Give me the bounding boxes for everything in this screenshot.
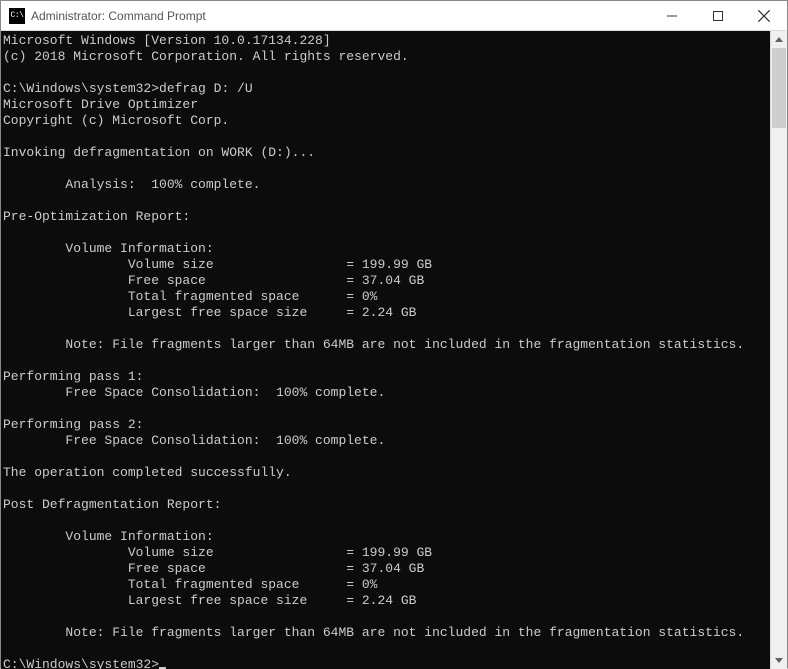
scroll-up-arrow-icon[interactable] bbox=[771, 31, 787, 48]
volume-size-row: Volume size = 199.99 GB bbox=[3, 257, 432, 272]
prompt-prefix: C:\Windows\system32> bbox=[3, 81, 159, 96]
tool-name: Microsoft Drive Optimizer bbox=[3, 97, 198, 112]
pass2-line: Free Space Consolidation: 100% complete. bbox=[3, 433, 385, 448]
window-controls bbox=[649, 1, 787, 30]
typed-command: defrag D: /U bbox=[159, 81, 253, 96]
maximize-button[interactable] bbox=[695, 1, 741, 30]
post-report-header: Post Defragmentation Report: bbox=[3, 497, 221, 512]
os-banner: Microsoft Windows [Version 10.0.17134.22… bbox=[3, 33, 331, 48]
volume-info-header: Volume Information: bbox=[3, 241, 214, 256]
window-client-area: Microsoft Windows [Version 10.0.17134.22… bbox=[1, 31, 787, 669]
scrollbar-track[interactable] bbox=[771, 48, 787, 652]
console-output[interactable]: Microsoft Windows [Version 10.0.17134.22… bbox=[1, 31, 770, 669]
os-copyright: (c) 2018 Microsoft Corporation. All righ… bbox=[3, 49, 409, 64]
largest-free-row-2: Largest free space size = 2.24 GB bbox=[3, 593, 416, 608]
pass1-line: Free Space Consolidation: 100% complete. bbox=[3, 385, 385, 400]
operation-completed: The operation completed successfully. bbox=[3, 465, 292, 480]
window-title: Administrator: Command Prompt bbox=[31, 9, 649, 23]
fragmentation-note-2: Note: File fragments larger than 64MB ar… bbox=[3, 625, 744, 640]
vertical-scrollbar[interactable] bbox=[770, 31, 787, 669]
close-button[interactable] bbox=[741, 1, 787, 30]
volume-size-row-2: Volume size = 199.99 GB bbox=[3, 545, 432, 560]
invoking-line: Invoking defragmentation on WORK (D:)... bbox=[3, 145, 315, 160]
scrollbar-thumb[interactable] bbox=[772, 48, 786, 128]
fragmented-space-row-2: Total fragmented space = 0% bbox=[3, 577, 377, 592]
free-space-row: Free space = 37.04 GB bbox=[3, 273, 424, 288]
free-space-row-2: Free space = 37.04 GB bbox=[3, 561, 424, 576]
cmd-icon: C:\ bbox=[9, 8, 25, 24]
prompt-prefix-2: C:\Windows\system32> bbox=[3, 657, 159, 669]
pass2-header: Performing pass 2: bbox=[3, 417, 143, 432]
tool-copyright: Copyright (c) Microsoft Corp. bbox=[3, 113, 229, 128]
scroll-down-arrow-icon[interactable] bbox=[771, 652, 787, 669]
minimize-button[interactable] bbox=[649, 1, 695, 30]
preopt-report-header: Pre-Optimization Report: bbox=[3, 209, 190, 224]
fragmented-space-row: Total fragmented space = 0% bbox=[3, 289, 377, 304]
window-titlebar: C:\ Administrator: Command Prompt bbox=[1, 1, 787, 31]
fragmentation-note: Note: File fragments larger than 64MB ar… bbox=[3, 337, 744, 352]
largest-free-row: Largest free space size = 2.24 GB bbox=[3, 305, 416, 320]
analysis-line: Analysis: 100% complete. bbox=[3, 177, 260, 192]
pass1-header: Performing pass 1: bbox=[3, 369, 143, 384]
volume-info-header-2: Volume Information: bbox=[3, 529, 214, 544]
